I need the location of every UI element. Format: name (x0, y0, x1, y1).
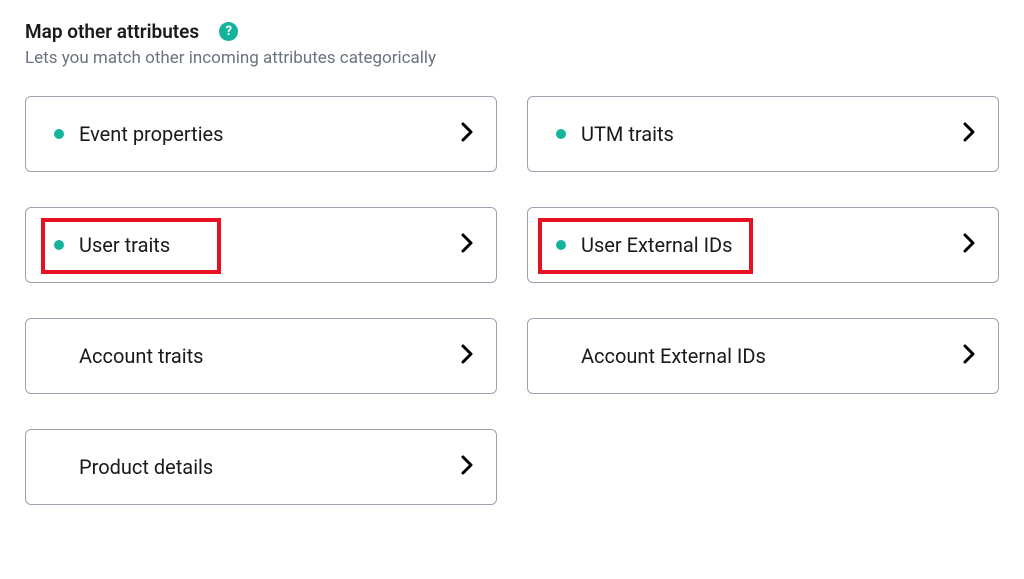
status-dot-icon (556, 129, 566, 139)
card-account-external-ids[interactable]: Account External IDs (527, 318, 999, 394)
status-dot-icon (556, 240, 566, 250)
card-label: Product details (79, 455, 213, 479)
card-content: User External IDs (556, 233, 732, 257)
chevron-right-icon (460, 232, 474, 258)
card-content: Account External IDs (556, 344, 766, 368)
status-dot-icon (54, 129, 64, 139)
card-utm-traits[interactable]: UTM traits (527, 96, 999, 172)
section-subtitle: Lets you match other incoming attributes… (25, 48, 999, 68)
card-label: User External IDs (581, 233, 732, 257)
card-user-traits[interactable]: User traits (25, 207, 497, 283)
card-label: Account External IDs (581, 344, 766, 368)
attribute-cards-grid: Event properties UTM traits User traits … (25, 96, 999, 505)
chevron-right-icon (460, 343, 474, 369)
help-icon[interactable]: ? (219, 22, 238, 41)
section-header: Map other attributes ? (25, 20, 999, 43)
section-title: Map other attributes (25, 20, 199, 43)
card-content: Event properties (54, 122, 223, 146)
chevron-right-icon (460, 121, 474, 147)
card-label: Event properties (79, 122, 223, 146)
card-product-details[interactable]: Product details (25, 429, 497, 505)
card-content: UTM traits (556, 122, 674, 146)
chevron-right-icon (962, 343, 976, 369)
card-user-external-ids[interactable]: User External IDs (527, 207, 999, 283)
card-account-traits[interactable]: Account traits (25, 318, 497, 394)
card-event-properties[interactable]: Event properties (25, 96, 497, 172)
card-label: UTM traits (581, 122, 674, 146)
card-content: Account traits (54, 344, 204, 368)
card-label: Account traits (79, 344, 204, 368)
card-label: User traits (79, 233, 170, 257)
chevron-right-icon (460, 454, 474, 480)
card-content: Product details (54, 455, 213, 479)
chevron-right-icon (962, 232, 976, 258)
chevron-right-icon (962, 121, 976, 147)
status-dot-icon (54, 240, 64, 250)
card-content: User traits (54, 233, 170, 257)
